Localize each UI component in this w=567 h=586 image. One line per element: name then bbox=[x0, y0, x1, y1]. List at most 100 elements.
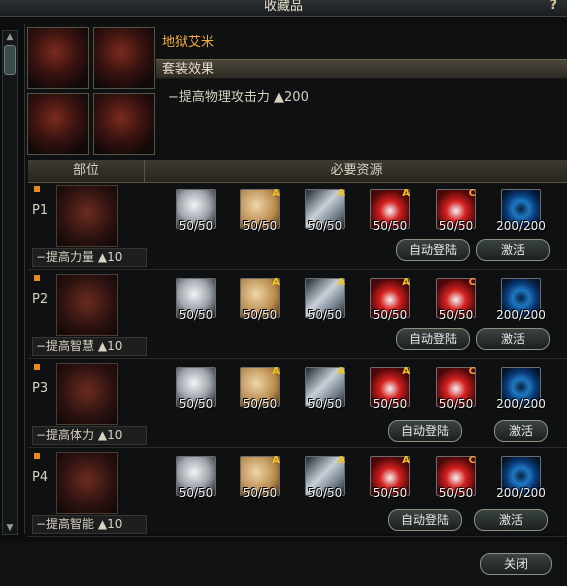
scrollbar[interactable]: ▲ ▼ bbox=[2, 30, 18, 535]
resource-count: 50/50 bbox=[307, 397, 343, 411]
grade-badge: A bbox=[402, 277, 410, 288]
row-marker bbox=[34, 186, 40, 192]
scroll-thumb[interactable] bbox=[4, 45, 16, 75]
resource-slot[interactable]: A 50/50 bbox=[238, 188, 282, 233]
resource-count: 50/50 bbox=[242, 397, 278, 411]
resource-slot[interactable]: 50/50 bbox=[174, 278, 218, 322]
grade-badge: A bbox=[272, 366, 280, 377]
resource-slot[interactable]: A 50/50 bbox=[238, 277, 282, 322]
row-stat: −提高智慧 ▲10 bbox=[32, 337, 147, 356]
resource-slot[interactable]: A 50/50 bbox=[368, 188, 412, 233]
resource-count: 50/50 bbox=[438, 219, 474, 233]
resource-count: 50/50 bbox=[372, 486, 408, 500]
resource-slot[interactable]: 50/50 bbox=[174, 367, 218, 411]
activate-button[interactable]: 激活 bbox=[476, 239, 550, 261]
table-row: P2 −提高智慧 ▲10 50/50 A 50/50 A 50/50 A 50/50 C 50/50… bbox=[28, 272, 567, 359]
resource-slot[interactable]: A 50/50 bbox=[303, 188, 347, 233]
grade-badge: A bbox=[337, 455, 345, 466]
resource-count: 50/50 bbox=[178, 308, 214, 322]
auto-register-button[interactable]: 自动登陆 bbox=[388, 509, 462, 531]
resource-slot[interactable]: 200/200 bbox=[496, 456, 546, 500]
activate-button[interactable]: 激活 bbox=[474, 509, 548, 531]
row-marker bbox=[34, 364, 40, 370]
row-label: P1 bbox=[32, 203, 49, 218]
activate-button[interactable]: 激活 bbox=[476, 328, 550, 350]
resource-count: 50/50 bbox=[242, 219, 278, 233]
row-label: P3 bbox=[32, 381, 49, 396]
resource-count: 50/50 bbox=[242, 308, 278, 322]
resource-count: 200/200 bbox=[496, 219, 546, 233]
resource-count: 50/50 bbox=[438, 486, 474, 500]
resource-count: 50/50 bbox=[372, 308, 408, 322]
portrait-tile bbox=[93, 27, 155, 89]
auto-register-button[interactable]: 自动登陆 bbox=[396, 328, 470, 350]
resource-count: 50/50 bbox=[178, 397, 214, 411]
grade-badge: A bbox=[272, 455, 280, 466]
row-stat: −提高体力 ▲10 bbox=[32, 426, 147, 445]
table-row: P1 −提高力量 ▲10 50/50 A 50/50 A 50/50 A 50/50 C 50/50… bbox=[28, 183, 567, 270]
resource-slot[interactable]: C 50/50 bbox=[434, 188, 478, 233]
grade-badge: A bbox=[402, 455, 410, 466]
resource-count: 50/50 bbox=[242, 486, 278, 500]
resource-count: 50/50 bbox=[307, 219, 343, 233]
resource-slot[interactable]: A 50/50 bbox=[303, 366, 347, 411]
resource-slot[interactable]: 50/50 bbox=[174, 189, 218, 233]
resource-slot[interactable]: A 50/50 bbox=[238, 455, 282, 500]
activate-button[interactable]: 激活 bbox=[494, 420, 548, 442]
resource-count: 200/200 bbox=[496, 308, 546, 322]
grade-badge: A bbox=[337, 188, 345, 199]
portrait-tile bbox=[27, 27, 89, 89]
row-stat: −提高力量 ▲10 bbox=[32, 248, 147, 267]
resource-slot[interactable]: A 50/50 bbox=[368, 366, 412, 411]
part-thumbnail bbox=[56, 274, 118, 336]
resource-slot[interactable]: A 50/50 bbox=[303, 455, 347, 500]
window-titlebar: 收藏品 ? bbox=[0, 0, 567, 17]
help-button[interactable]: ? bbox=[549, 0, 557, 13]
row-marker bbox=[34, 453, 40, 459]
grade-badge: C bbox=[468, 277, 476, 288]
part-thumbnail bbox=[56, 185, 118, 247]
part-thumbnail bbox=[56, 363, 118, 425]
resource-count: 50/50 bbox=[178, 486, 214, 500]
resource-slot[interactable]: A 50/50 bbox=[303, 277, 347, 322]
scroll-down-icon[interactable]: ▼ bbox=[4, 523, 16, 533]
resource-slot[interactable]: C 50/50 bbox=[434, 455, 478, 500]
resource-slot[interactable]: A 50/50 bbox=[368, 455, 412, 500]
resource-slot[interactable]: 200/200 bbox=[496, 278, 546, 322]
row-marker bbox=[34, 275, 40, 281]
resource-slot[interactable]: A 50/50 bbox=[238, 366, 282, 411]
grade-badge: C bbox=[468, 366, 476, 377]
resource-slot[interactable]: 200/200 bbox=[496, 367, 546, 411]
column-part: 部位 bbox=[28, 160, 145, 182]
resource-slot[interactable]: A 50/50 bbox=[368, 277, 412, 322]
auto-register-button[interactable]: 自动登陆 bbox=[396, 239, 470, 261]
resource-count: 50/50 bbox=[307, 308, 343, 322]
grade-badge: A bbox=[402, 366, 410, 377]
grade-badge: A bbox=[272, 277, 280, 288]
grade-badge: A bbox=[337, 277, 345, 288]
resource-slot[interactable]: 50/50 bbox=[174, 456, 218, 500]
grade-badge: C bbox=[468, 188, 476, 199]
set-effect-header: 套装效果 bbox=[156, 59, 567, 79]
auto-register-button[interactable]: 自动登陆 bbox=[388, 420, 462, 442]
table-row: P4 −提高智能 ▲10 50/50 A 50/50 A 50/50 A 50/50 C 50/50… bbox=[28, 450, 567, 537]
resource-count: 50/50 bbox=[178, 219, 214, 233]
row-label: P4 bbox=[32, 470, 49, 485]
row-stat: −提高智能 ▲10 bbox=[32, 515, 147, 534]
portrait-tile bbox=[27, 93, 89, 155]
item-name: 地狱艾米 bbox=[162, 35, 215, 50]
column-resources: 必要资源 bbox=[330, 163, 383, 178]
resource-count: 50/50 bbox=[372, 219, 408, 233]
resource-count: 50/50 bbox=[438, 397, 474, 411]
grade-badge: A bbox=[337, 366, 345, 377]
resource-count: 50/50 bbox=[307, 486, 343, 500]
resource-slot[interactable]: C 50/50 bbox=[434, 277, 478, 322]
table-row: P3 −提高体力 ▲10 50/50 A 50/50 A 50/50 A 50/50 C 50/50… bbox=[28, 361, 567, 448]
part-thumbnail bbox=[56, 452, 118, 514]
resource-slot[interactable]: C 50/50 bbox=[434, 366, 478, 411]
close-button[interactable]: 关闭 bbox=[480, 553, 552, 575]
resource-count: 200/200 bbox=[496, 397, 546, 411]
resource-slot[interactable]: 200/200 bbox=[496, 189, 546, 233]
scroll-up-icon[interactable]: ▲ bbox=[4, 32, 16, 42]
resource-count: 200/200 bbox=[496, 486, 546, 500]
